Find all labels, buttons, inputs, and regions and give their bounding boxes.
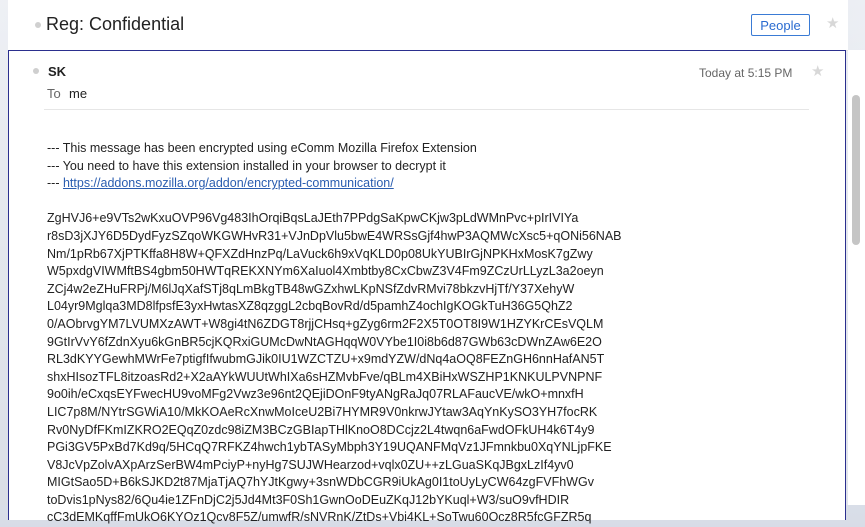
cipher-line: shxHIsozTFL8itzoasRd2+X2aAYkWUUtWhIXa6sH…: [47, 369, 603, 384]
cipher-line: 9o0ih/eCxqsEYFwecHU9voMFg2Vwz3e96nt2QEji…: [47, 387, 584, 402]
cipher-line: PGi3GV5PxBd7Kd9q/5HCqQ7RFKZ4hwch1ybTASyM…: [47, 440, 612, 455]
unread-dot-icon: [35, 22, 41, 28]
cipher-line: W5pxdgVIWMftBS4gbm50HWTqREKXNYm6XaIuol4X…: [47, 264, 604, 279]
notice-line: --- You need to have this extension inst…: [47, 158, 446, 173]
message-card: SK Today at 5:15 PM ★ To me --- This mes…: [8, 50, 846, 524]
star-icon[interactable]: ★: [826, 14, 839, 32]
cipher-line: Rv0NyDfFKmIZKRO2EQqZ0zdc98iZM3BCzGBIapTH…: [47, 422, 595, 437]
notice-prefix: ---: [47, 176, 60, 191]
cipher-line: ZCj4w2eZHuFRPj/M6lJqXafSTj8qLmBkgTB48wGZ…: [47, 281, 575, 296]
cipher-line: L04yr9Mglqa3MD8lfpsfE3yxHwtasXZ8qzggL2cb…: [47, 299, 573, 314]
cipher-line: 9GtIrVvY6fZdnXyu6kGnBR5cjKQRxiGUMcDwNtAG…: [47, 334, 602, 349]
recipient-label: To: [47, 86, 61, 101]
cipher-line: V8JcVpZolvAXpArzSerBW4mPciyP+nyHg7SUJWHe…: [47, 457, 574, 472]
cipher-line: r8sD3jXJY6D5DydFyzSZqoWKGWHvR31+VJnDpVlu…: [47, 228, 622, 243]
cipher-line: cC3dEMKqffFmUkO6KYOz1Qcv8F5Z/umwfR/sNVRn…: [47, 510, 592, 525]
cipher-text-block: ZgHVJ6+e9VTs2wKxuOVP96Vg483IhOrqiBqsLaJE…: [47, 210, 807, 527]
message-star-icon[interactable]: ★: [811, 62, 824, 80]
scrollbar-thumb[interactable]: [852, 95, 860, 245]
cipher-line: ZgHVJ6+e9VTs2wKxuOVP96Vg483IhOrqiBqsLaJE…: [47, 211, 579, 226]
sender-status-dot-icon: [33, 68, 39, 74]
extension-link[interactable]: https://addons.mozilla.org/addon/encrypt…: [63, 176, 394, 190]
people-button[interactable]: People: [751, 14, 810, 36]
conversation-header: Reg: Confidential People ★: [8, 0, 848, 51]
sender-name[interactable]: SK: [48, 64, 66, 79]
recipient-value[interactable]: me: [69, 86, 87, 101]
cipher-line: LIC7p8M/NYtrSGWiA10/MkKOAeRcXnwMoIceU2Bi…: [47, 404, 598, 419]
conversation-subject: Reg: Confidential: [46, 14, 185, 34]
notice-line: --- https://addons.mozilla.org/addon/enc…: [47, 175, 807, 193]
cipher-line: toDvis1pNys82/6Qu4ie1ZFnDjC2j5Jd4Mt3F0Sh…: [47, 492, 570, 507]
cipher-line: Nm/1pRb67XjPTKffa8H8W+QFXZdHnzPq/LaVuck6…: [47, 246, 593, 261]
cipher-line: MIGtSao5D+B6kSJKD2t87MjaTjAQ7hYJtKgwy+3s…: [47, 475, 594, 490]
message-body: --- This message has been encrypted usin…: [47, 140, 807, 527]
notice-line: --- This message has been encrypted usin…: [47, 141, 477, 155]
header-divider: [44, 109, 809, 110]
cipher-line: RL3dKYYGewhMWrFe7ptigfIfwubmGJik0IU1WZCT…: [47, 352, 605, 367]
cipher-line: 0/AObrvgYM7LVUMXzAWT+W8gi4tN6ZDGT8rjjCHs…: [47, 316, 604, 331]
message-timestamp: Today at 5:15 PM: [699, 66, 793, 80]
